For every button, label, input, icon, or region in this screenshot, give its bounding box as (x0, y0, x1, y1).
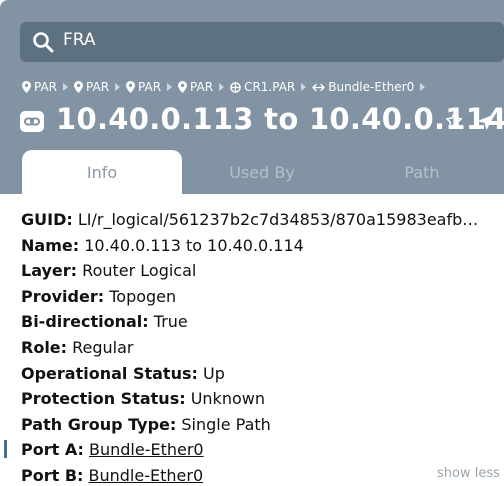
port-b-link[interactable]: Bundle-Ether0 (89, 466, 204, 485)
star-icon[interactable] (445, 112, 463, 130)
link-icon (20, 111, 44, 132)
search-input[interactable]: FRA (20, 22, 504, 62)
detail-key: Port A: (21, 440, 84, 460)
detail-row-role: Role: Regular (21, 335, 504, 361)
detail-value: Single Path (181, 414, 271, 434)
detail-row-provider: Provider: Topogen (21, 284, 504, 310)
breadcrumb-item[interactable]: PAR (22, 80, 57, 94)
title-row: 10.40.0.113 to 10.40.0.114 (18, 102, 504, 142)
detail-row-path-group-type: Path Group Type: Single Path (21, 412, 504, 438)
breadcrumb-label: PAR (34, 80, 58, 94)
detail-key: GUID: (21, 210, 73, 229)
port-a-link[interactable]: Bundle-Ether0 (89, 440, 204, 459)
scroll-indicator (4, 440, 7, 458)
router-icon (230, 81, 241, 93)
detail-row-protection-status: Protection Status: Unknown (21, 386, 504, 412)
detail-row-port-a: Port A: Bundle-Ether0 (21, 437, 504, 463)
detail-key: Port B: (21, 465, 84, 485)
detail-row-bidirectional: Bi-directional: True (21, 309, 504, 335)
detail-row-port-b: Port B: Bundle-Ether0 (21, 463, 504, 486)
search-icon (33, 32, 54, 53)
breadcrumb-item[interactable]: PAR (74, 80, 109, 94)
detail-value: LI/r_logical/561237b2c7d34853/870a15983e… (77, 210, 479, 229)
breadcrumb-separator-icon (115, 83, 121, 91)
detail-row-layer: Layer: Router Logical (21, 258, 504, 284)
tab-used-by[interactable]: Used By (182, 150, 342, 194)
breadcrumb-separator-icon (420, 83, 426, 91)
tab-info[interactable]: Info (22, 150, 182, 194)
breadcrumb-separator-icon (301, 83, 307, 91)
detail-key: Operational Status: (21, 363, 198, 383)
detail-value: Router Logical (82, 261, 197, 281)
detail-row-operational-status: Operational Status: Up (21, 361, 504, 387)
detail-key: Protection Status: (21, 389, 186, 409)
breadcrumb-separator-icon (63, 83, 69, 91)
breadcrumb-item[interactable]: CR1.PAR (230, 80, 295, 94)
detail-row-guid: GUID: LI/r_logical/561237b2c7d34853/870a… (21, 207, 504, 233)
detail-row-name: Name: 10.40.0.113 to 10.40.0.114 (21, 233, 504, 259)
detail-key: Bi-directional: (21, 312, 149, 332)
detail-key: Name: (21, 235, 80, 255)
detail-value: Up (202, 363, 225, 383)
detail-key: Role: (21, 337, 68, 357)
breadcrumb-separator-icon (167, 83, 173, 91)
detail-value: Topogen (109, 286, 177, 306)
breadcrumb-label: Bundle-Ether0 (328, 80, 415, 94)
breadcrumb: PAR PAR PAR PAR CR1.PAR Bundle-Ether0 (22, 78, 431, 96)
location-pin-icon (74, 81, 84, 93)
breadcrumb-item[interactable]: Bundle-Ether0 (312, 80, 414, 94)
tab-bar: Info Used By Path (22, 150, 504, 194)
breadcrumb-label: PAR (138, 80, 162, 94)
tab-path[interactable]: Path (342, 150, 502, 194)
navigate-icon[interactable] (476, 113, 496, 131)
breadcrumb-label: PAR (190, 80, 214, 94)
detail-value: Unknown (190, 389, 265, 409)
breadcrumb-label: CR1.PAR (244, 80, 296, 94)
info-details: GUID: LI/r_logical/561237b2c7d34853/870a… (21, 207, 504, 486)
detail-key: Layer: (21, 261, 78, 281)
detail-key: Provider: (21, 286, 105, 306)
search-value: FRA (63, 30, 96, 50)
detail-value: True (153, 312, 188, 332)
object-header: FRA PAR PAR PAR PAR CR1.PAR Bundle-Ether… (0, 0, 504, 194)
page-title: 10.40.0.113 to 10.40.0.114 (56, 102, 504, 136)
detail-key: Path Group Type: (21, 414, 177, 434)
detail-value: Regular (72, 337, 134, 357)
breadcrumb-label: PAR (86, 80, 110, 94)
location-pin-icon (126, 81, 136, 93)
breadcrumb-item[interactable]: PAR (126, 80, 161, 94)
breadcrumb-separator-icon (219, 83, 225, 91)
location-pin-icon (178, 81, 188, 93)
show-less-link[interactable]: show less (437, 466, 500, 481)
breadcrumb-item[interactable]: PAR (178, 80, 213, 94)
link-arrows-icon (312, 83, 325, 91)
location-pin-icon (22, 81, 31, 93)
detail-value: 10.40.0.113 to 10.40.0.114 (84, 235, 304, 255)
